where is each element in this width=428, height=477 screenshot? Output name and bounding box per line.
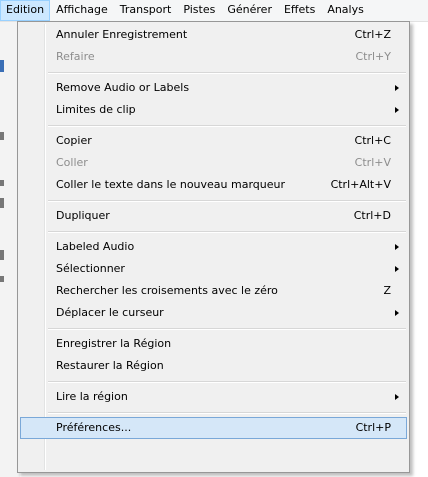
menu-generer[interactable]: Générer — [221, 0, 278, 21]
menu-item-lire-la-region[interactable]: Lire la région — [20, 386, 407, 408]
menu-item-label: Déplacer le curseur — [56, 306, 164, 319]
menu-edition[interactable]: Edition — [0, 0, 51, 21]
menu-item-shortcut: Ctrl+Y — [355, 50, 391, 63]
background-mark — [0, 132, 4, 140]
menu-item-preferences[interactable]: Préférences... Ctrl+P — [20, 417, 407, 439]
menu-item-rechercher-croisements-zero[interactable]: Rechercher les croisements avec le zéro … — [20, 280, 407, 302]
menu-item-restaurer-la-region[interactable]: Restaurer la Région — [20, 355, 407, 377]
menu-separator — [48, 412, 406, 414]
menu-item-shortcut: Ctrl+D — [353, 209, 391, 222]
menu-item-shortcut: Ctrl+Z — [354, 28, 391, 41]
menu-separator — [48, 125, 406, 127]
menu-item-label: Labeled Audio — [56, 240, 135, 253]
menu-item-label: Copier — [56, 134, 92, 147]
app-window: Edition Affichage Transport Pistes Génér… — [0, 0, 428, 477]
menu-separator — [48, 328, 406, 330]
menu-item-label: Préférences... — [56, 421, 132, 434]
menu-separator — [48, 231, 406, 233]
menu-pistes[interactable]: Pistes — [177, 0, 221, 21]
menu-item-label: Sélectionner — [56, 262, 125, 275]
menu-item-label: Restaurer la Région — [56, 359, 164, 372]
submenu-arrow-icon — [395, 244, 399, 250]
menu-separator — [48, 72, 406, 74]
menu-item-refaire[interactable]: Refaire Ctrl+Y — [20, 46, 407, 68]
menu-separator — [48, 381, 406, 383]
menu-item-coller-texte-nouveau-marqueur[interactable]: Coller le texte dans le nouveau marqueur… — [20, 174, 407, 196]
menu-item-annuler-enregistrement[interactable]: Annuler Enregistrement Ctrl+Z — [20, 24, 407, 46]
menu-item-limites-de-clip[interactable]: Limites de clip — [20, 99, 407, 121]
menu-item-shortcut: Ctrl+C — [354, 134, 391, 147]
menu-item-copier[interactable]: Copier Ctrl+C — [20, 130, 407, 152]
background-mark — [0, 276, 4, 282]
menu-transport[interactable]: Transport — [114, 0, 178, 21]
menu-item-enregistrer-la-region[interactable]: Enregistrer la Région — [20, 333, 407, 355]
menu-item-labeled-audio[interactable]: Labeled Audio — [20, 236, 407, 258]
menu-item-dupliquer[interactable]: Dupliquer Ctrl+D — [20, 205, 407, 227]
menu-item-label: Enregistrer la Région — [56, 337, 172, 350]
menu-item-label: Lire la région — [56, 390, 128, 403]
menu-item-label: Coller — [56, 156, 88, 169]
submenu-arrow-icon — [395, 394, 399, 400]
menu-item-label: Coller le texte dans le nouveau marqueur — [56, 178, 286, 191]
submenu-arrow-icon — [395, 310, 399, 316]
menu-item-selectionner[interactable]: Sélectionner — [20, 258, 407, 280]
menu-item-label: Rechercher les croisements avec le zéro — [56, 284, 278, 297]
menu-separator — [48, 200, 406, 202]
menu-item-label: Refaire — [56, 50, 95, 63]
submenu-arrow-icon — [395, 107, 399, 113]
menu-item-shortcut: Ctrl+V — [354, 156, 391, 169]
background-mark — [0, 60, 4, 72]
menu-item-remove-audio-or-labels[interactable]: Remove Audio or Labels — [20, 77, 407, 99]
edition-dropdown-menu: Annuler Enregistrement Ctrl+Z Refaire Ct… — [17, 21, 410, 473]
background-mark — [0, 250, 4, 260]
menu-item-shortcut: Ctrl+P — [355, 421, 391, 434]
menu-item-label: Annuler Enregistrement — [56, 28, 188, 41]
menu-item-label: Limites de clip — [56, 103, 136, 116]
background-mark — [0, 198, 4, 208]
menu-analyse[interactable]: Analys — [321, 0, 370, 21]
menu-item-coller[interactable]: Coller Ctrl+V — [20, 152, 407, 174]
menu-item-shortcut: Ctrl+Alt+V — [330, 178, 391, 191]
menu-item-label: Remove Audio or Labels — [56, 81, 190, 94]
submenu-arrow-icon — [395, 266, 399, 272]
background-mark — [0, 180, 4, 186]
menu-item-deplacer-le-curseur[interactable]: Déplacer le curseur — [20, 302, 407, 324]
menu-bar: Edition Affichage Transport Pistes Génér… — [0, 0, 428, 22]
menu-item-label: Dupliquer — [56, 209, 110, 222]
submenu-arrow-icon — [395, 85, 399, 91]
menu-effets[interactable]: Effets — [278, 0, 321, 21]
menu-item-shortcut: Z — [383, 284, 391, 297]
menu-affichage[interactable]: Affichage — [50, 0, 114, 21]
